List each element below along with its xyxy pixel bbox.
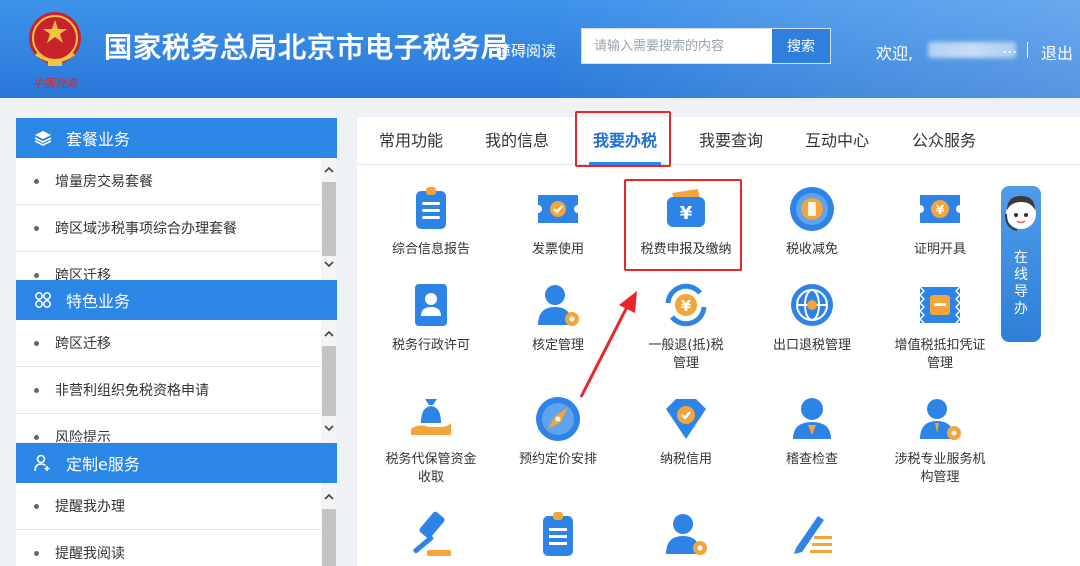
package-services-header[interactable]: 套餐业务	[16, 118, 337, 158]
list-item[interactable]: 跨区迁移	[16, 320, 321, 367]
func-inspection[interactable]: 稽查检查	[757, 395, 867, 469]
scrollbar-thumb[interactable]	[322, 509, 336, 566]
func-export-refund[interactable]: 出口退税管理	[757, 281, 867, 355]
logout-link[interactable]: 退出	[1041, 40, 1073, 64]
list-item[interactable]: 风险提示	[16, 414, 321, 442]
tab-public-service[interactable]: 公众服务	[902, 117, 986, 165]
tab-interaction-center[interactable]: 互动中心	[795, 117, 879, 165]
func-tax-relief[interactable]: 税收减免	[757, 185, 867, 259]
func-administrative-license[interactable]: 税务行政许可	[376, 281, 486, 355]
inspector-icon	[793, 398, 831, 439]
invoice-icon	[538, 195, 578, 223]
func-vat-deduction-voucher[interactable]: 增值税抵扣凭证 管理	[885, 281, 995, 373]
pen-list-icon	[794, 516, 832, 554]
customer-service-avatar-icon	[1005, 196, 1036, 231]
func-row4-gavel[interactable]	[376, 510, 486, 566]
func-tax-agency-management[interactable]: 涉税专业服务机 构管理	[885, 395, 995, 487]
custom-e-service-panel: 定制e服务 提醒我办理 提醒我阅读	[16, 443, 337, 566]
scrollbar-thumb[interactable]	[322, 182, 336, 256]
func-comprehensive-report[interactable]: 综合信息报告	[376, 185, 486, 259]
func-tax-declaration-payment[interactable]: ¥ 税费申报及缴纳	[631, 185, 741, 259]
clipboard-icon	[543, 512, 573, 556]
search-box: 搜索	[581, 28, 831, 64]
site-title: 国家税务总局北京市电子税务局	[104, 31, 511, 64]
globe-icon	[791, 284, 833, 326]
accessible-reading-link[interactable]: 障碍阅读	[496, 40, 556, 61]
chevron-down-icon[interactable]	[323, 258, 335, 270]
tax-relief-icon	[790, 187, 834, 231]
scrollbar[interactable]	[321, 158, 337, 280]
func-tax-credit[interactable]: 纳税信用	[631, 395, 741, 469]
money-bag-icon	[411, 399, 451, 435]
svg-text:¥: ¥	[680, 203, 693, 224]
tab-bar: 常用功能 我的信息 我要办税 我要查询 互动中心 公众服务	[357, 117, 1080, 165]
func-row4-clipboard[interactable]	[503, 510, 613, 566]
tab-tax-handling[interactable]: 我要办税	[583, 117, 667, 165]
list-item[interactable]: 提醒我办理	[16, 483, 321, 530]
license-icon	[415, 284, 447, 326]
func-certificate-issuing[interactable]: ¥ 证明开具	[885, 185, 995, 259]
scrollbar[interactable]	[321, 483, 337, 566]
wallet-yuan-icon: ¥	[667, 189, 705, 227]
credit-icon	[666, 399, 706, 439]
list-item[interactable]: 增量房交易套餐	[16, 158, 321, 205]
online-guide-label: 在线导办	[1014, 250, 1028, 317]
scrollbar[interactable]	[321, 320, 337, 442]
search-input[interactable]	[582, 29, 774, 63]
panel-title: 定制e服务	[66, 455, 140, 474]
main-panel: 常用功能 我的信息 我要办税 我要查询 互动中心 公众服务 综合信息报告 发票使…	[357, 117, 1080, 566]
refund-icon: ¥	[665, 283, 707, 327]
scrollbar-thumb[interactable]	[322, 346, 336, 416]
func-invoice-use[interactable]: 发票使用	[503, 185, 613, 259]
chevron-up-icon[interactable]	[323, 164, 335, 176]
panel-title: 特色业务	[66, 292, 131, 311]
header-divider	[1027, 42, 1028, 58]
tab-my-query[interactable]: 我要查询	[689, 117, 773, 165]
tab-my-info[interactable]: 我的信息	[475, 117, 559, 165]
chevron-up-icon[interactable]	[323, 328, 335, 340]
tab-common-functions[interactable]: 常用功能	[369, 117, 453, 165]
agency-icon	[920, 399, 961, 440]
online-guide-button[interactable]: 在线导办	[1001, 186, 1041, 342]
username-ellipsis: ...	[1002, 38, 1018, 57]
red-arrow-annotation	[579, 291, 637, 398]
custom-e-service-header[interactable]: 定制e服务	[16, 443, 337, 483]
certificate-icon: ¥	[920, 195, 960, 223]
list-item[interactable]: 跨区迁移	[16, 252, 321, 280]
list-item[interactable]: 跨区域涉税事项综合办理套餐	[16, 205, 321, 252]
func-row4-pen-list[interactable]	[757, 510, 867, 566]
list-item[interactable]: 提醒我阅读	[16, 530, 321, 566]
func-row4-user-gear[interactable]	[631, 510, 741, 566]
grid-icon	[35, 292, 51, 308]
svg-text:¥: ¥	[681, 297, 692, 315]
special-services-header[interactable]: 特色业务	[16, 280, 337, 320]
chevron-up-icon[interactable]	[323, 491, 335, 503]
package-services-panel: 套餐业务 增量房交易套餐 跨区域涉税事项综合办理套餐 跨区迁移	[16, 118, 337, 280]
search-button[interactable]: 搜索	[772, 29, 830, 63]
func-general-refund[interactable]: ¥ 一般退(抵)税 管理	[631, 281, 741, 373]
layers-icon	[34, 131, 52, 146]
welcome-text: 欢迎,	[876, 44, 914, 63]
tax-emblem-icon: 中国税务	[29, 12, 81, 90]
active-tab-underline	[589, 162, 661, 165]
site-header: 中国税务 国家税务总局北京市电子税务局 障碍阅读 搜索 欢迎, ... 退出	[0, 0, 1080, 98]
user-add-icon	[34, 454, 50, 472]
user-gear-icon	[666, 514, 707, 555]
special-services-panel: 特色业务 跨区迁移 非营利组织免税资格申请 风险提示	[16, 280, 337, 442]
svg-text:¥: ¥	[936, 203, 945, 217]
vat-voucher-icon	[918, 286, 962, 324]
chevron-down-icon[interactable]	[323, 422, 335, 434]
gavel-icon	[413, 511, 451, 556]
list-item[interactable]: 非营利组织免税资格申请	[16, 367, 321, 414]
svg-text:中国税务: 中国税务	[33, 77, 78, 90]
report-icon	[416, 187, 446, 229]
func-fund-custody[interactable]: 税务代保管资金 收取	[376, 395, 486, 487]
panel-title: 套餐业务	[66, 130, 131, 149]
